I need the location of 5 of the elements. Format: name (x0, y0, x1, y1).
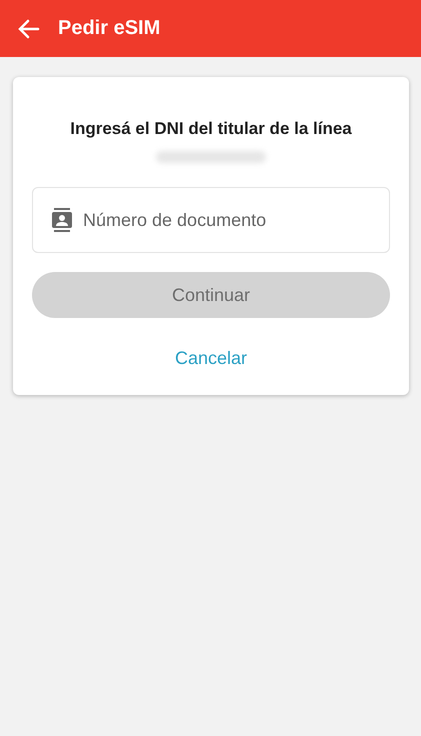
screen-title: Pedir eSIM (58, 17, 160, 40)
contact-card-icon (52, 208, 72, 232)
document-number-field[interactable]: Número de documento (32, 187, 390, 253)
card-title: Ingresá el DNI del titular de la línea (70, 119, 352, 139)
cancel-link[interactable]: Cancelar (174, 348, 248, 369)
